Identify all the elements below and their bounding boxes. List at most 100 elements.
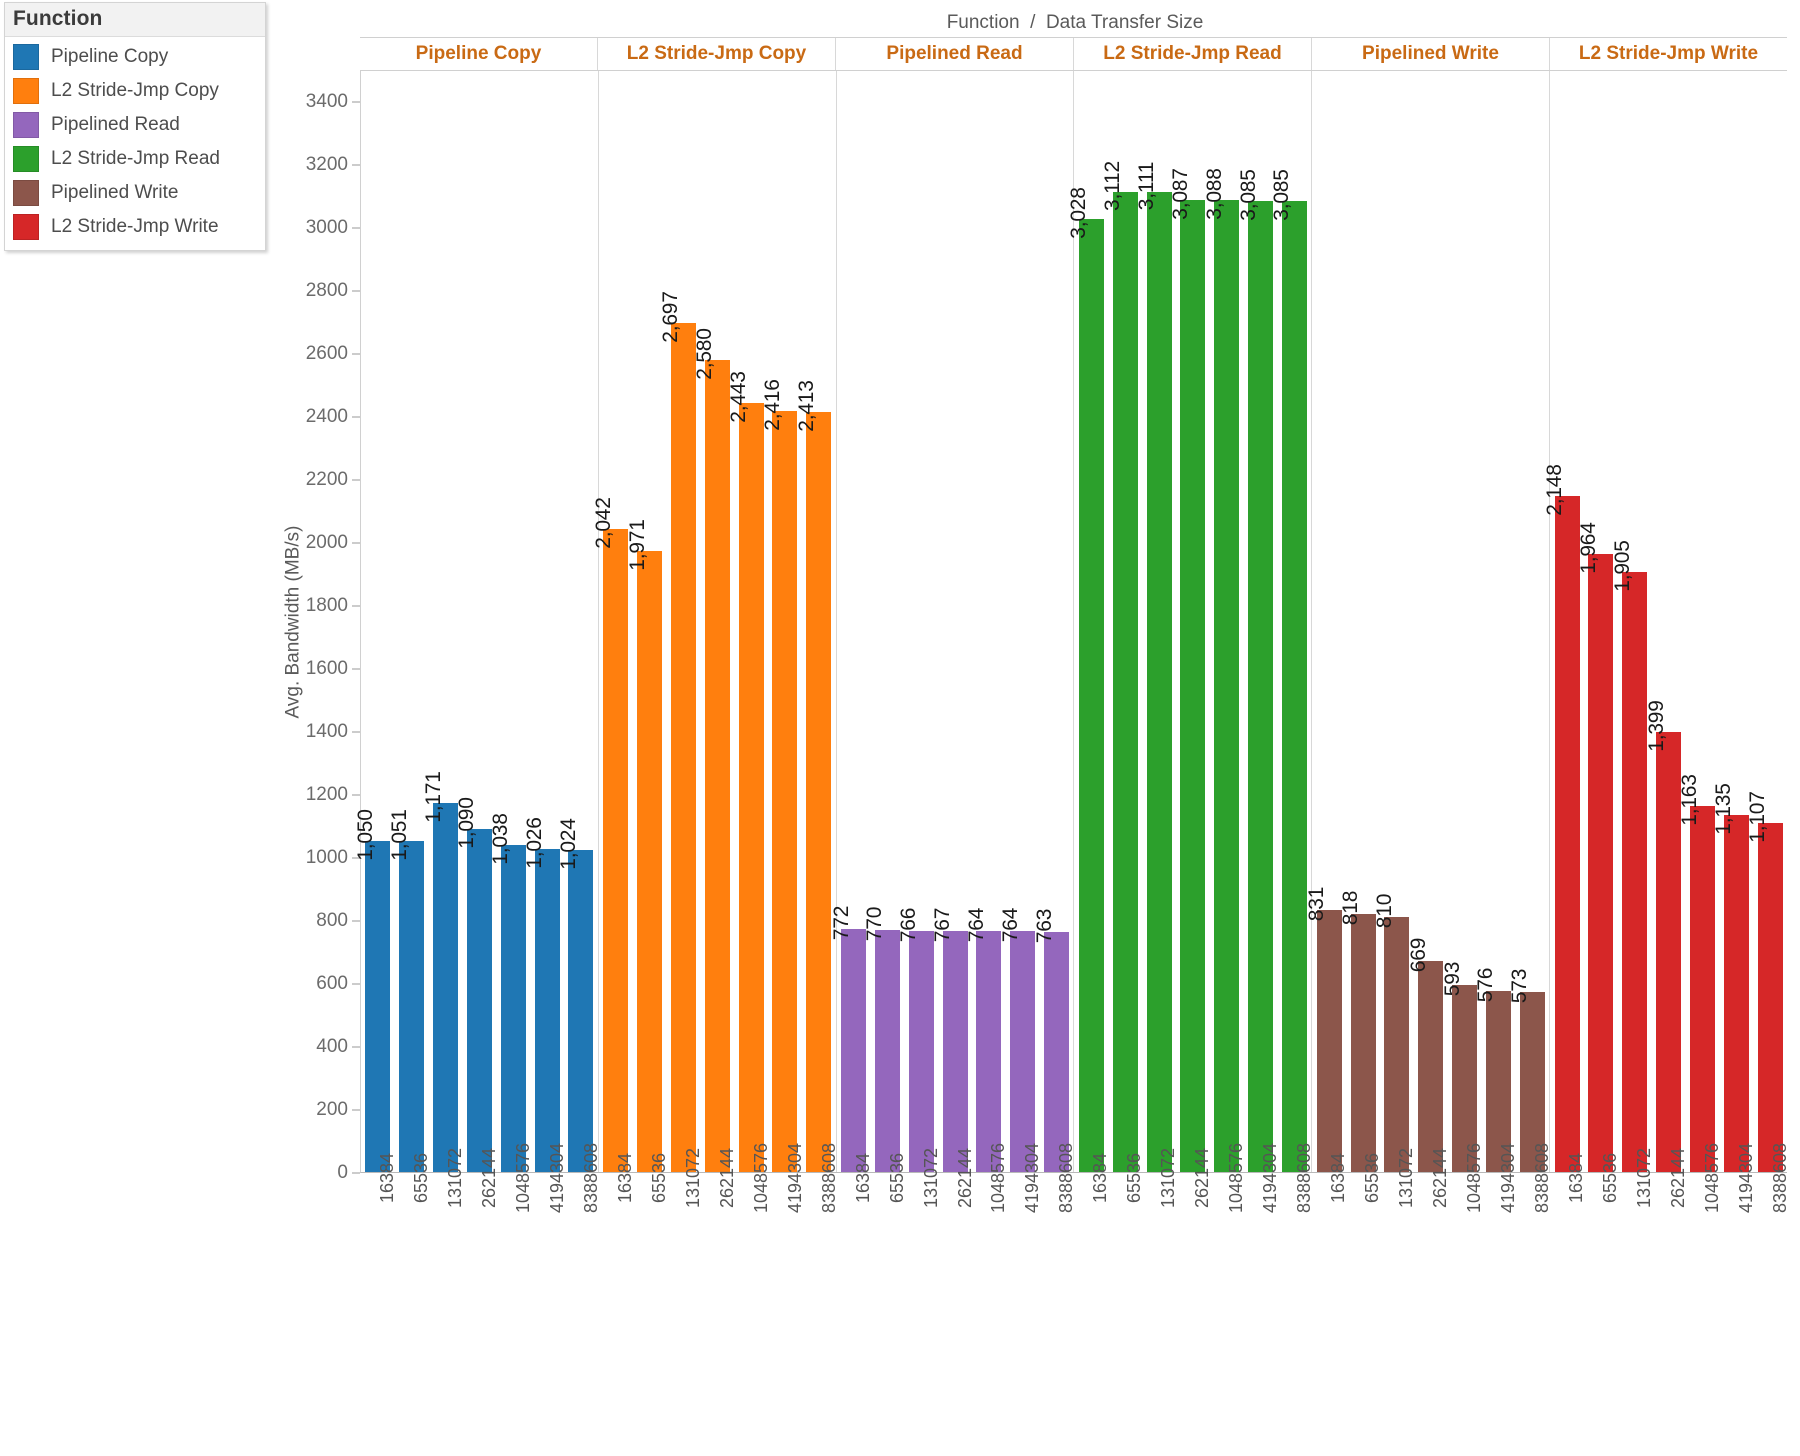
x-axis-tick: 4194304 <box>1243 1143 1280 1294</box>
bar[interactable]: 3,111 <box>1135 162 1172 1172</box>
x-axis-tick: 131072 <box>428 1148 465 1294</box>
chart-title: Function / Data Transfer Size <box>946 12 1204 33</box>
bar[interactable]: 2,580 <box>693 328 730 1172</box>
bar-value-label: 810 <box>1372 893 1396 929</box>
y-axis-tick-mark <box>352 794 360 796</box>
bar[interactable]: 2,443 <box>727 371 764 1172</box>
legend-item[interactable]: Pipelined Read <box>5 108 265 142</box>
bar[interactable]: 1,971 <box>626 520 663 1172</box>
y-axis-tick-label: 2800 <box>305 280 348 302</box>
panel-header[interactable]: L2 Stride-Jmp Copy <box>597 38 835 70</box>
bar[interactable]: 1,026 <box>523 817 560 1172</box>
y-axis-tick-mark <box>352 731 360 733</box>
bar-value-label: 3,112 <box>1101 161 1125 212</box>
bar[interactable]: 764 <box>999 908 1036 1172</box>
legend-item-label: Pipelined Read <box>51 114 180 135</box>
bar[interactable]: 3,028 <box>1067 187 1104 1172</box>
bar[interactable]: 1,964 <box>1577 522 1614 1172</box>
bar-slot: 1,171 <box>422 71 463 1172</box>
bar[interactable]: 1,050 <box>354 810 391 1172</box>
bar[interactable]: 2,697 <box>659 291 696 1172</box>
bar[interactable]: 3,088 <box>1203 168 1240 1172</box>
bar-slot: 3,111 <box>1135 71 1176 1172</box>
bar-value-label: 3,085 <box>1236 168 1260 221</box>
bar-value-label: 772 <box>829 905 853 941</box>
legend-item[interactable]: Pipelined Write <box>5 176 265 210</box>
legend-item[interactable]: L2 Stride-Jmp Read <box>5 142 265 176</box>
bar[interactable]: 810 <box>1373 894 1410 1172</box>
legend-item[interactable]: L2 Stride-Jmp Write <box>5 210 265 244</box>
x-axis-tick: 1048576 <box>734 1143 771 1294</box>
bar[interactable]: 764 <box>965 908 1002 1172</box>
bar[interactable]: 831 <box>1305 887 1342 1172</box>
bar[interactable]: 669 <box>1407 938 1444 1172</box>
bar[interactable]: 2,148 <box>1543 464 1580 1172</box>
panel-header[interactable]: Pipelined Read <box>835 38 1073 70</box>
bar[interactable]: 1,905 <box>1611 540 1648 1172</box>
bar-slot: 810 <box>1373 71 1414 1172</box>
x-axis-tick: 262144 <box>1413 1148 1450 1294</box>
bar-slot: 1,107 <box>1746 71 1787 1172</box>
bar[interactable]: 770 <box>863 906 900 1172</box>
bar-slot: 3,085 <box>1270 71 1311 1172</box>
y-axis-tick-mark <box>352 1172 360 1174</box>
bar-slot: 1,090 <box>455 71 496 1172</box>
x-axis-tick: 65536 <box>394 1153 431 1294</box>
bar[interactable]: 3,112 <box>1101 161 1138 1172</box>
bar[interactable]: 1,171 <box>422 772 459 1172</box>
bar[interactable]: 1,038 <box>489 813 526 1172</box>
bar[interactable]: 767 <box>931 907 968 1172</box>
bar-slot: 2,413 <box>795 71 836 1172</box>
bar-slot: 2,042 <box>592 71 633 1172</box>
bar-slot: 770 <box>863 71 904 1172</box>
bar[interactable]: 2,042 <box>592 497 629 1172</box>
x-axis-tick: 1048576 <box>1209 1143 1246 1294</box>
x-axis: 16384 65536 131072 262144 1048576 4194304 8388… <box>360 1143 1790 1294</box>
bar[interactable]: 3,085 <box>1237 169 1274 1172</box>
bar-value-label: 763 <box>1032 908 1056 943</box>
y-axis-tick-label: 3000 <box>305 217 348 239</box>
legend-item[interactable]: L2 Stride-Jmp Copy <box>5 74 265 108</box>
bar[interactable]: 772 <box>830 906 867 1172</box>
legend-item-label: Pipelined Write <box>51 182 179 203</box>
bar[interactable]: 766 <box>897 908 934 1172</box>
legend-items: Pipeline Copy L2 Stride-Jmp Copy Pipelined… <box>5 37 265 250</box>
x-axis-tick: 65536 <box>1107 1153 1144 1294</box>
bar-value-label: 1,905 <box>1610 540 1634 592</box>
x-axis-tick: 65536 <box>1345 1153 1382 1294</box>
x-axis-tick: 4194304 <box>530 1143 567 1294</box>
bar-slot: 1,026 <box>523 71 564 1172</box>
bar-slot: 1,905 <box>1611 71 1652 1172</box>
bar[interactable]: 818 <box>1339 891 1376 1172</box>
bar[interactable]: 3,085 <box>1270 169 1307 1172</box>
bar[interactable]: 2,413 <box>795 380 832 1172</box>
bar-slot: 1,163 <box>1678 71 1719 1172</box>
bar[interactable]: 1,163 <box>1678 774 1715 1172</box>
bar[interactable]: 1,090 <box>455 797 492 1172</box>
legend-item-label: Pipeline Copy <box>51 46 169 67</box>
legend-item[interactable]: Pipeline Copy <box>5 40 265 74</box>
legend-title: Function <box>5 3 265 37</box>
bar[interactable]: 1,107 <box>1746 792 1783 1172</box>
legend-swatch-icon <box>13 146 39 172</box>
panel-header[interactable]: Pipeline Copy <box>360 38 597 70</box>
bar[interactable]: 2,416 <box>761 380 798 1172</box>
panel-header[interactable]: L2 Stride-Jmp Read <box>1073 38 1311 70</box>
legend-swatch-icon <box>13 180 39 206</box>
bar-value-label: 2,443 <box>727 371 751 423</box>
bar-value-label: 1,038 <box>489 813 513 865</box>
panel-header[interactable]: L2 Stride-Jmp Write <box>1549 38 1787 70</box>
bar[interactable]: 763 <box>1033 909 1070 1172</box>
bar[interactable]: 1,024 <box>557 818 594 1172</box>
y-axis-tick-label: 1000 <box>305 847 348 869</box>
bar-slot: 2,148 <box>1543 71 1584 1172</box>
bar-value-label: 576 <box>1474 967 1498 1002</box>
bar-slot: 573 <box>1508 71 1549 1172</box>
bar[interactable]: 1,135 <box>1712 783 1749 1172</box>
panel-header[interactable]: Pipelined Write <box>1311 38 1549 70</box>
plot-area: 1,050 1,051 1,171 1,090 1,038 1,026 1,024 2,042… <box>354 71 1787 1173</box>
bar[interactable]: 3,087 <box>1169 168 1206 1172</box>
x-axis-tick: 8388608 <box>564 1143 601 1294</box>
bar[interactable]: 1,051 <box>388 809 425 1172</box>
bar-value-label: 2,416 <box>760 379 784 432</box>
